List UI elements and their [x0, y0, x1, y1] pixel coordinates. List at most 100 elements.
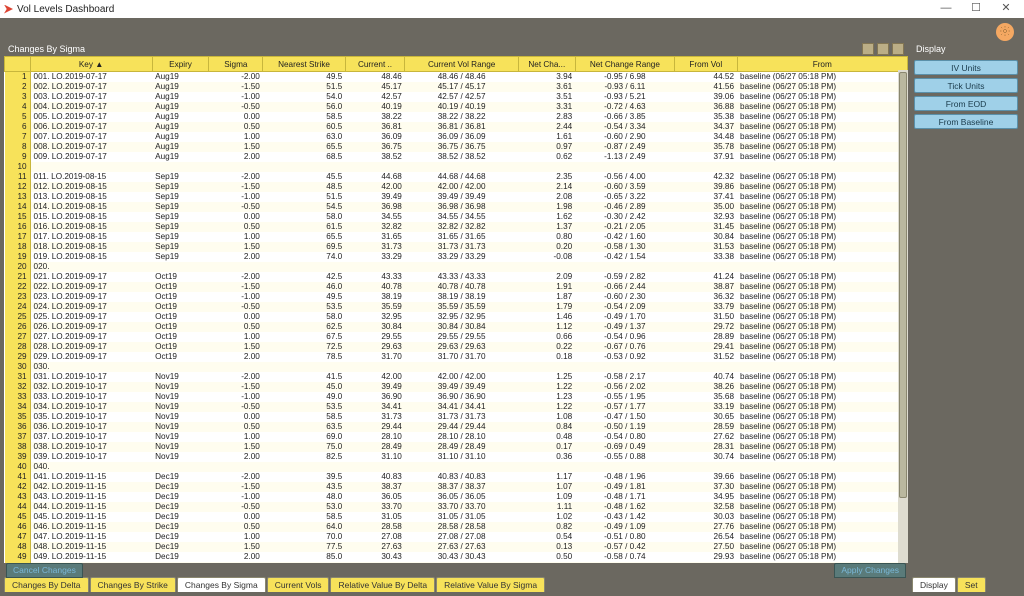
col-header[interactable]: Net Change Range [575, 57, 674, 72]
table-row[interactable]: 6006. LO.2019-07-17Aug190.5060.536.8136.… [5, 122, 908, 132]
col-header[interactable]: Current Vol Range [405, 57, 519, 72]
cell [737, 362, 907, 372]
table-row[interactable]: 28028. LO.2019-09-17Oct191.5072.529.6329… [5, 342, 908, 352]
tab[interactable]: Changes By Delta [4, 577, 89, 592]
maximize-button[interactable]: ☐ [962, 1, 990, 17]
cell: 2.00 [209, 552, 263, 562]
table-row[interactable]: 30030. [5, 362, 908, 372]
table-row[interactable]: 47047. LO.2019-11-15Dec191.0070.027.0827… [5, 532, 908, 542]
cell: 42.00 / 42.00 [405, 372, 519, 382]
col-header[interactable]: From [737, 57, 907, 72]
cancel-changes-button[interactable]: Cancel Changes [6, 563, 83, 578]
table-row[interactable]: 1001. LO.2019-07-17Aug19-2.0049.548.4648… [5, 72, 908, 83]
panel-collapse-icon[interactable] [862, 43, 874, 55]
data-table-wrap: Key ▲ExpirySigmaNearest StrikeCurrent ..… [4, 56, 908, 563]
table-row[interactable]: 17017. LO.2019-08-15Sep191.0065.531.6531… [5, 232, 908, 242]
panel-close-icon[interactable] [892, 43, 904, 55]
table-row[interactable]: 8008. LO.2019-07-17Aug191.5065.536.7536.… [5, 142, 908, 152]
minimize-button[interactable]: — [932, 1, 960, 17]
table-row[interactable]: 25025. LO.2019-09-17Oct190.0058.032.9532… [5, 312, 908, 322]
table-row[interactable]: 3003. LO.2019-07-17Aug19-1.0054.042.5742… [5, 92, 908, 102]
table-row[interactable]: 9009. LO.2019-07-17Aug192.0068.538.5238.… [5, 152, 908, 162]
table-row[interactable]: 42042. LO.2019-11-15Dec19-1.5043.538.373… [5, 482, 908, 492]
table-row[interactable]: 49049. LO.2019-11-15Dec192.0085.030.4330… [5, 552, 908, 562]
cell: baseline (06/27 05:18 PM) [737, 212, 907, 222]
table-row[interactable]: 19019. LO.2019-08-15Sep192.0074.033.2933… [5, 252, 908, 262]
col-header[interactable]: Key ▲ [30, 57, 152, 72]
tab[interactable]: Changes By Sigma [177, 577, 266, 592]
table-row[interactable]: 11011. LO.2019-08-15Sep19-2.0045.544.684… [5, 172, 908, 182]
titlebar[interactable]: Vol Levels Dashboard — ☐ ✕ [0, 0, 1024, 19]
table-row[interactable]: 24024. LO.2019-09-17Oct19-0.5053.535.593… [5, 302, 908, 312]
side-button[interactable]: IV Units [914, 60, 1018, 75]
table-row[interactable]: 41041. LO.2019-11-15Dec19-2.0039.540.834… [5, 472, 908, 482]
col-header[interactable]: From Vol [675, 57, 737, 72]
table-row[interactable]: 43043. LO.2019-11-15Dec19-1.0048.036.053… [5, 492, 908, 502]
table-row[interactable]: 4004. LO.2019-07-17Aug19-0.5056.040.1940… [5, 102, 908, 112]
table-row[interactable]: 33033. LO.2019-10-17Nov19-1.0049.036.903… [5, 392, 908, 402]
table-row[interactable]: 15015. LO.2019-08-15Sep190.0058.034.5534… [5, 212, 908, 222]
col-header[interactable]: Current .. [345, 57, 405, 72]
cell: 13 [5, 192, 31, 202]
table-row[interactable]: 36036. LO.2019-10-17Nov190.5063.529.4429… [5, 422, 908, 432]
table-header-row[interactable]: Key ▲ExpirySigmaNearest StrikeCurrent ..… [5, 57, 908, 72]
scrollbar-thumb[interactable] [899, 72, 907, 498]
table-row[interactable]: 45045. LO.2019-11-15Dec190.0058.531.0531… [5, 512, 908, 522]
table-row[interactable]: 20020. [5, 262, 908, 272]
table-row[interactable]: 10 [5, 162, 908, 172]
tab[interactable]: Changes By Strike [90, 577, 176, 592]
panel-maximize-icon[interactable] [877, 43, 889, 55]
cell: 9 [5, 152, 31, 162]
side-tab[interactable]: Set [957, 577, 986, 592]
col-header[interactable]: Net Cha... [518, 57, 575, 72]
side-button[interactable]: Tick Units [914, 78, 1018, 93]
app-icon [4, 5, 13, 14]
table-row[interactable]: 22022. LO.2019-09-17Oct19-1.5046.040.784… [5, 282, 908, 292]
table-row[interactable]: 31031. LO.2019-10-17Nov19-2.0041.542.004… [5, 372, 908, 382]
table-row[interactable]: 39039. LO.2019-10-17Nov192.0082.531.1031… [5, 452, 908, 462]
table-row[interactable]: 23023. LO.2019-09-17Oct19-1.0049.538.193… [5, 292, 908, 302]
table-row[interactable]: 40040. [5, 462, 908, 472]
table-row[interactable]: 26026. LO.2019-09-17Oct190.5062.530.8430… [5, 322, 908, 332]
col-header[interactable] [5, 57, 31, 72]
col-header[interactable]: Expiry [152, 57, 209, 72]
table-row[interactable]: 7007. LO.2019-07-17Aug191.0063.036.0936.… [5, 132, 908, 142]
table-row[interactable]: 18018. LO.2019-08-15Sep191.5069.531.7331… [5, 242, 908, 252]
cell: 43.5 [263, 482, 345, 492]
cell: -0.66 / 2.44 [575, 282, 674, 292]
side-tab[interactable]: Display [912, 577, 956, 592]
cell: -0.60 / 3.59 [575, 182, 674, 192]
table-row[interactable]: 21021. LO.2019-09-17Oct19-2.0042.543.334… [5, 272, 908, 282]
cell: -0.50 [209, 102, 263, 112]
table-row[interactable]: 29029. LO.2019-09-17Oct192.0078.531.7031… [5, 352, 908, 362]
col-header[interactable]: Sigma [209, 57, 263, 72]
table-row[interactable]: 37037. LO.2019-10-17Nov191.0069.028.1028… [5, 432, 908, 442]
side-button[interactable]: From Baseline [914, 114, 1018, 129]
table-row[interactable]: 32032. LO.2019-10-17Nov19-1.5045.039.493… [5, 382, 908, 392]
tab[interactable]: Relative Value By Delta [330, 577, 435, 592]
tab[interactable]: Relative Value By Sigma [436, 577, 545, 592]
table-row[interactable]: 35035. LO.2019-10-17Nov190.0058.531.7331… [5, 412, 908, 422]
table-row[interactable]: 34034. LO.2019-10-17Nov19-0.5053.534.413… [5, 402, 908, 412]
settings-gear-button[interactable] [996, 23, 1014, 41]
side-button[interactable]: From EOD [914, 96, 1018, 111]
table-row[interactable]: 27027. LO.2019-09-17Oct191.0067.529.5529… [5, 332, 908, 342]
table-row[interactable]: 38038. LO.2019-10-17Nov191.5075.028.4928… [5, 442, 908, 452]
table-row[interactable]: 46046. LO.2019-11-15Dec190.5064.028.5828… [5, 522, 908, 532]
table-row[interactable]: 44044. LO.2019-11-15Dec19-0.5053.033.703… [5, 502, 908, 512]
tab[interactable]: Current Vols [267, 577, 330, 592]
table-row[interactable]: 2002. LO.2019-07-17Aug19-1.5051.545.1745… [5, 82, 908, 92]
table-row[interactable]: 14014. LO.2019-08-15Sep19-0.5054.536.983… [5, 202, 908, 212]
table-row[interactable]: 5005. LO.2019-07-17Aug190.0058.538.2238.… [5, 112, 908, 122]
cell: 031. LO.2019-10-17 [30, 372, 152, 382]
table-row[interactable]: 16016. LO.2019-08-15Sep190.5061.532.8232… [5, 222, 908, 232]
col-header[interactable]: Nearest Strike [263, 57, 345, 72]
cell: Aug19 [152, 82, 209, 92]
cell: -0.93 / 6.11 [575, 82, 674, 92]
apply-changes-button[interactable]: Apply Changes [834, 563, 906, 578]
table-row[interactable]: 48048. LO.2019-11-15Dec191.5077.527.6327… [5, 542, 908, 552]
vertical-scrollbar[interactable] [898, 70, 908, 563]
table-row[interactable]: 13013. LO.2019-08-15Sep19-1.0051.539.493… [5, 192, 908, 202]
close-button[interactable]: ✕ [992, 1, 1020, 17]
table-row[interactable]: 12012. LO.2019-08-15Sep19-1.5048.542.004… [5, 182, 908, 192]
